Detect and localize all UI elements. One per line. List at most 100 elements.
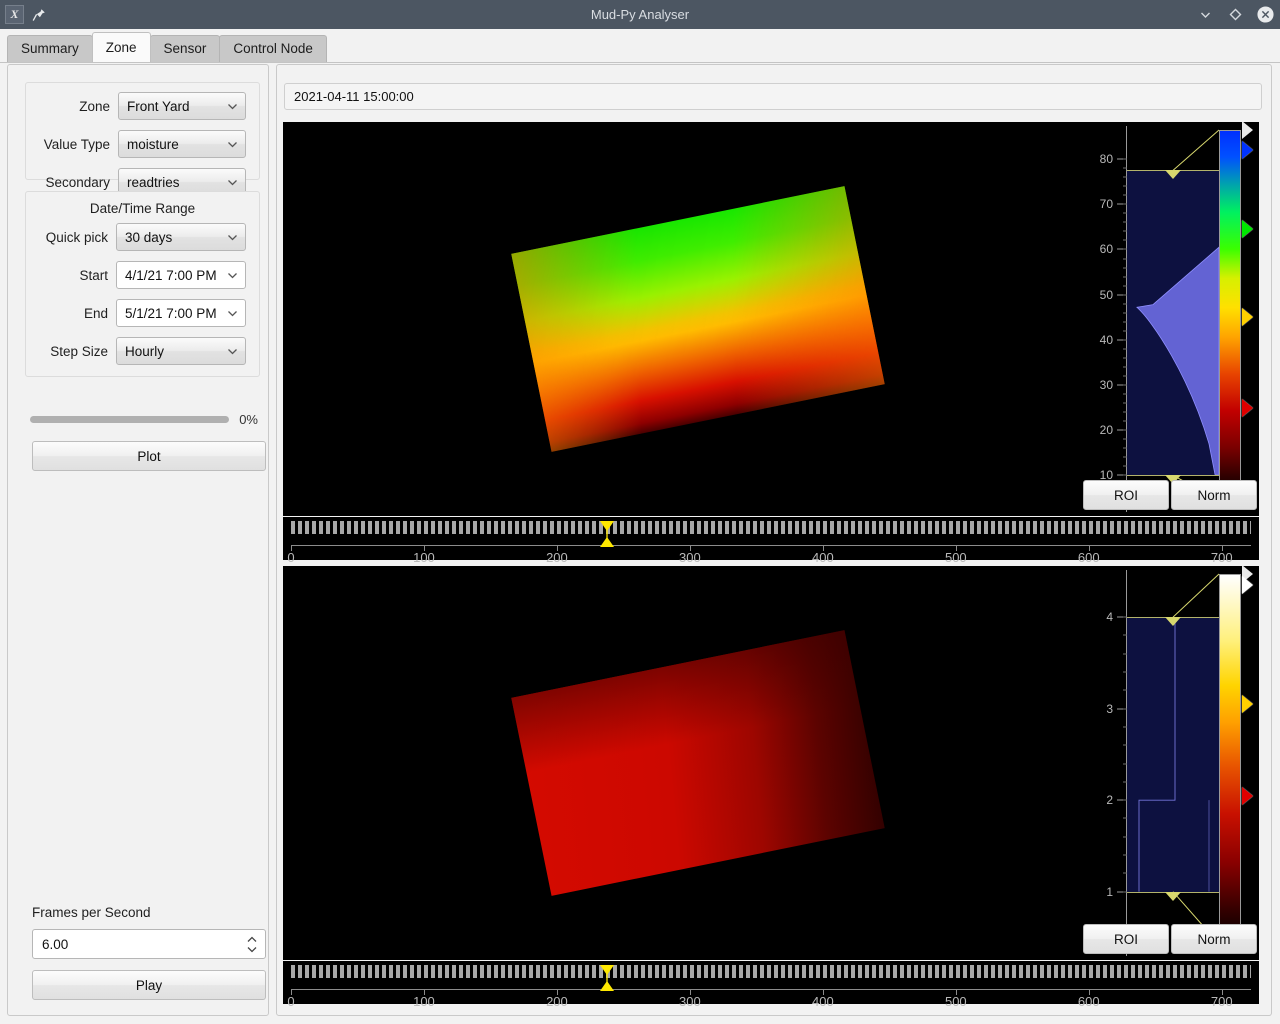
timeline-track[interactable] — [291, 965, 1251, 978]
roi-button-bottom[interactable]: ROI — [1083, 924, 1169, 954]
combo-quick-pick[interactable]: 30 days — [116, 223, 246, 251]
combo-value: 30 days — [125, 229, 173, 245]
field-row: Start 4/1/21 7:00 PM — [26, 261, 259, 289]
chevron-down-icon[interactable] — [226, 100, 239, 113]
lut-color-stop-handle[interactable] — [1242, 576, 1253, 595]
fps-label: Frames per Second — [32, 905, 151, 920]
window-title: Mud-Py Analyser — [590, 7, 690, 22]
timeline-top[interactable]: 0 100 200 300 400 500 600 700 — [283, 517, 1259, 565]
tab-sensor[interactable]: Sensor — [149, 35, 221, 62]
x-app-icon[interactable]: X — [5, 5, 24, 24]
lut-colorbar-max-handle[interactable] — [1242, 122, 1253, 139]
spinner-arrows-icon[interactable] — [245, 935, 259, 954]
combo-value: 5/1/21 7:00 PM — [125, 305, 217, 321]
chevron-down-icon[interactable] — [226, 307, 239, 320]
timeline-tick-label: 0 — [287, 550, 295, 565]
timeline-tick-label: 400 — [811, 994, 834, 1009]
lut-colorbar[interactable] — [1219, 130, 1241, 500]
datetime-group-title: Date/Time Range — [89, 201, 196, 216]
field-row: End 5/1/21 7:00 PM — [26, 299, 259, 327]
fps-spinbox[interactable]: 6.00 — [32, 929, 266, 959]
lut-color-stop-handle[interactable] — [1242, 141, 1253, 160]
main-content: Zone Front Yard Value Type moisture Secondar… — [0, 63, 1280, 1024]
field-row: Value Type moisture — [26, 130, 259, 158]
play-button[interactable]: Play — [32, 970, 266, 1000]
pin-icon[interactable] — [30, 6, 48, 24]
timeline-tick-label: 400 — [811, 550, 834, 565]
field-label: Quick pick — [45, 229, 108, 245]
timeline-tick-label: 700 — [1210, 994, 1233, 1009]
field-label: Step Size — [50, 343, 108, 359]
combo-value: Front Yard — [127, 98, 190, 114]
readtries-lut-widget[interactable]: 1234 — [1079, 566, 1259, 960]
chevron-down-icon[interactable] — [226, 231, 239, 244]
lut-colorbar[interactable] — [1219, 574, 1241, 944]
tab-zone[interactable]: Zone — [91, 32, 151, 62]
combo-value: readtries — [127, 174, 180, 190]
chevron-down-icon[interactable] — [226, 138, 239, 151]
timeline-tick-label: 200 — [546, 994, 568, 1009]
timeline-bottom[interactable]: 0 100 200 300 400 500 600 700 — [283, 961, 1259, 1009]
norm-button-top[interactable]: Norm — [1171, 480, 1257, 510]
field-label: End — [83, 305, 108, 321]
combo-value-type[interactable]: moisture — [118, 130, 246, 158]
plot-button[interactable]: Plot — [32, 441, 266, 471]
timestamp-field: 2021-04-11 15:00:00 — [284, 83, 1262, 110]
timeline-tick-label: 100 — [413, 994, 435, 1009]
combo-value: Hourly — [125, 343, 165, 359]
combo-end[interactable]: 5/1/21 7:00 PM — [116, 299, 246, 327]
tab-summary[interactable]: Summary — [7, 35, 93, 62]
timeline-tick-label: 500 — [944, 994, 967, 1009]
combo-start[interactable]: 4/1/21 7:00 PM — [116, 261, 246, 289]
tab-control-node[interactable]: Control Node — [219, 35, 327, 62]
field-label: Value Type — [43, 136, 110, 152]
tab-bar: Summary Zone Sensor Control Node — [0, 29, 1280, 63]
combo-step-size[interactable]: Hourly — [116, 337, 246, 365]
lut-color-stop-handle[interactable] — [1242, 695, 1253, 714]
timeline-tick-label: 200 — [546, 550, 568, 565]
progress-bar — [30, 415, 230, 423]
timeline-playhead[interactable] — [599, 964, 616, 992]
lut-color-stop-handle[interactable] — [1242, 308, 1253, 327]
moisture-image — [511, 186, 885, 452]
datetime-group: Date/Time Range Quick pick 30 days Start 4/… — [25, 191, 260, 377]
field-label: Zone — [79, 98, 110, 114]
timeline-tick-label: 300 — [679, 550, 701, 565]
field-row: Step Size Hourly — [26, 337, 259, 365]
chevron-down-icon[interactable] — [1197, 6, 1214, 23]
chevron-down-icon[interactable] — [226, 269, 239, 282]
timeline-tick-label: 500 — [944, 550, 967, 565]
timeline-axis-line — [291, 989, 1251, 990]
timeline-tick-label: 600 — [1077, 550, 1100, 565]
norm-button-bottom[interactable]: Norm — [1171, 924, 1257, 954]
lut-color-stop-handle[interactable] — [1242, 220, 1253, 239]
selection-group: Zone Front Yard Value Type moisture Secondar… — [25, 82, 260, 196]
lut-color-stop-handle[interactable] — [1242, 786, 1253, 805]
readtries-image — [511, 630, 885, 896]
field-label: Start — [79, 267, 108, 283]
readtries-image-plot[interactable]: 1234 ROI Norm — [283, 566, 1259, 960]
roi-button-top[interactable]: ROI — [1083, 480, 1169, 510]
timeline-track[interactable] — [291, 521, 1251, 534]
timeline-tick-label: 600 — [1077, 994, 1100, 1009]
combo-value: moisture — [127, 136, 179, 152]
readtries-lut-buttons: ROI Norm — [1081, 924, 1257, 954]
diamond-icon[interactable] — [1227, 6, 1244, 23]
chevron-down-icon[interactable] — [226, 345, 239, 358]
plot-area: 2021-04-11 15:00:00 10 20 30 40 50 60 70 80 ROI… — [276, 64, 1272, 1016]
fps-value: 6.00 — [42, 936, 69, 952]
combo-zone[interactable]: Front Yard — [118, 92, 246, 120]
timeline-tick-label: 0 — [287, 994, 295, 1009]
field-label: Secondary — [45, 174, 110, 190]
title-bar: X Mud-Py Analyser — [0, 0, 1280, 29]
moisture-image-plot[interactable]: 10 20 30 40 50 60 70 80 ROI Norm — [283, 122, 1259, 516]
close-circle-icon[interactable] — [1257, 6, 1274, 23]
lut-color-stop-handle[interactable] — [1242, 398, 1253, 417]
control-sidebar: Zone Front Yard Value Type moisture Secondar… — [7, 64, 269, 1016]
timeline-tick-label: 100 — [413, 550, 435, 565]
field-row: Zone Front Yard — [26, 92, 259, 120]
timeline-playhead[interactable] — [599, 520, 616, 548]
moisture-lut-widget[interactable]: 10 20 30 40 50 60 70 80 — [1079, 122, 1259, 516]
progress-percent: 0% — [239, 411, 258, 427]
chevron-down-icon[interactable] — [226, 176, 239, 189]
